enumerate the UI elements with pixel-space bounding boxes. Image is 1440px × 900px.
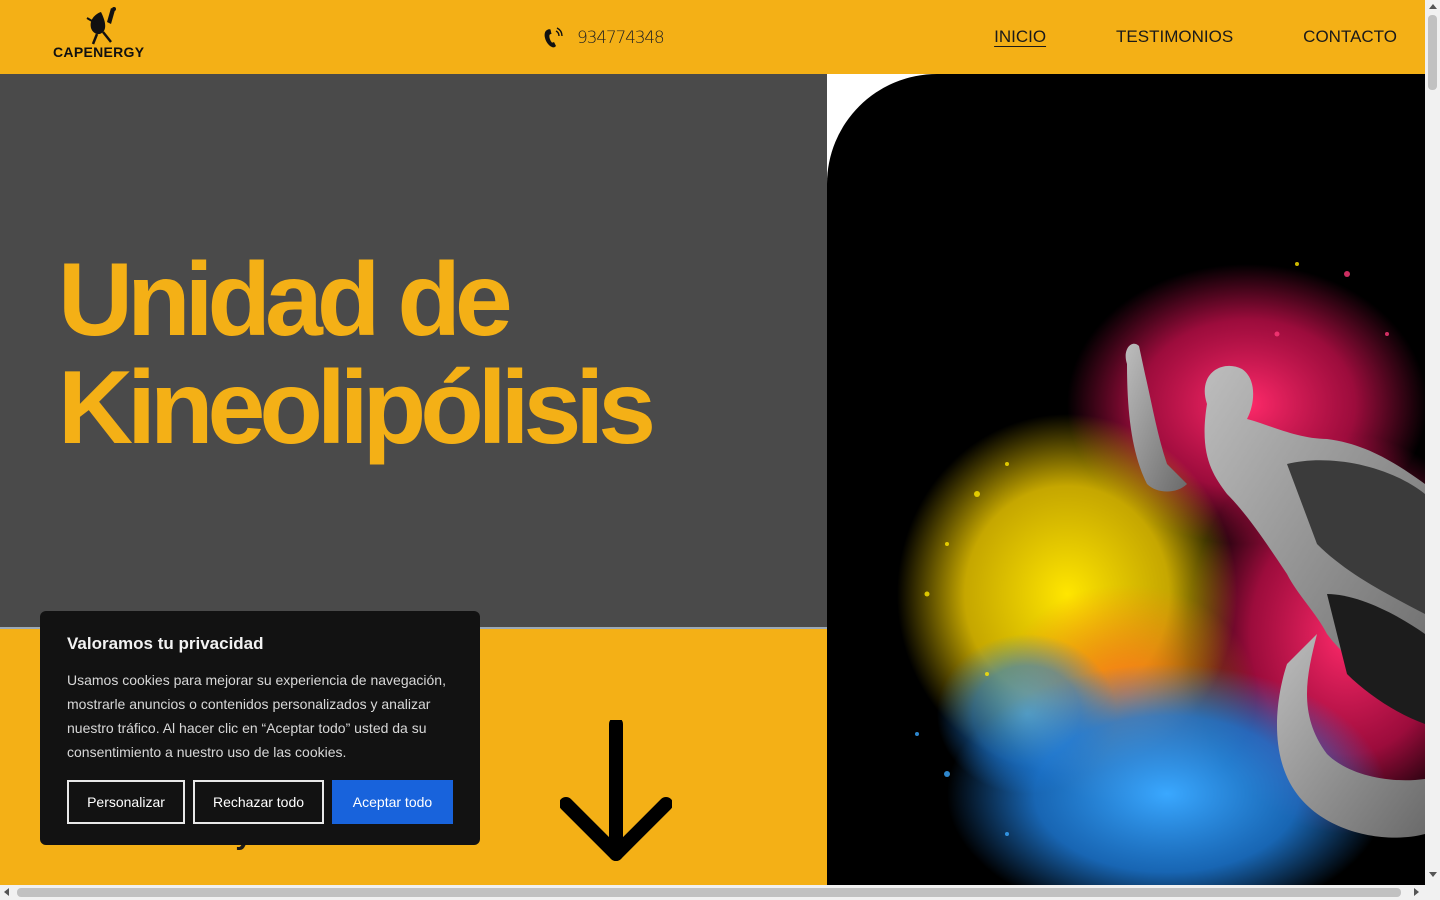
customize-button[interactable]: Personalizar [67,780,185,824]
hero-panel: Unidad de Kineolipólisis [0,74,827,627]
nav-item-inicio[interactable]: INICIO [994,27,1046,47]
cookie-title: Valoramos tu privacidad [67,634,264,653]
cookie-banner: Valoramos tu privacidad Usamos cookies p… [40,611,480,845]
horizontal-scroll-thumb[interactable] [17,888,1401,897]
accept-all-button[interactable]: Aceptar todo [332,780,453,824]
scroll-down-arrow-icon[interactable] [1429,872,1437,877]
cookie-text: Usamos cookies para mejorar su experienc… [67,672,446,760]
vertical-scroll-thumb[interactable] [1428,15,1437,90]
nav-item-contacto[interactable]: CONTACTO [1303,27,1397,47]
phone-contact[interactable]: 934774348 [543,26,665,50]
logo[interactable]: CAPENERGY [53,6,149,62]
horizontal-scrollbar[interactable] [0,885,1440,900]
hero-title-line1: Unidad de [58,242,513,358]
phone-number: 934774348 [577,28,665,48]
site-header: CAPENERGY 934774348 INICIO TESTIMONIOS C… [0,0,1425,74]
runner-logo-icon [86,7,116,45]
runner-color-powder-image [897,262,1425,885]
arrow-down-icon[interactable] [560,720,672,862]
hero-image [827,74,1425,885]
logo-text: CAPENERGY [53,44,145,60]
main-nav: INICIO TESTIMONIOS CONTACTO [994,27,1397,47]
scroll-up-arrow-icon[interactable] [1429,4,1437,9]
scroll-left-arrow-icon[interactable] [4,888,9,896]
nav-item-testimonios[interactable]: TESTIMONIOS [1116,27,1233,47]
vertical-scrollbar[interactable] [1425,0,1440,885]
scroll-right-arrow-icon[interactable] [1414,888,1419,896]
phone-icon [544,27,563,48]
hero-title: Unidad de Kineolipólisis [58,242,656,466]
reject-all-button[interactable]: Rechazar todo [193,780,324,824]
hero-title-line2: Kineolipólisis [58,350,656,466]
